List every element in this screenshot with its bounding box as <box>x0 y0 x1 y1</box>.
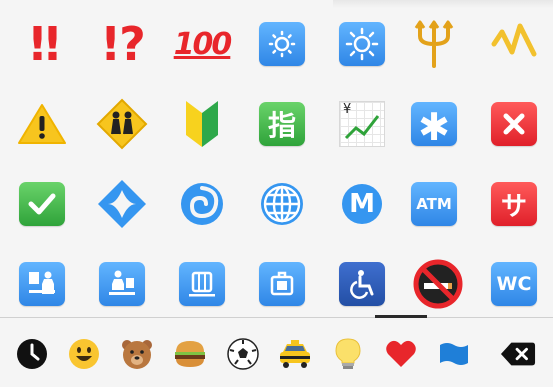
eight-spoked-asterisk-emoji[interactable]: ✱ <box>406 96 462 152</box>
category-animals[interactable] <box>119 336 155 372</box>
left-luggage-emoji[interactable] <box>254 256 310 312</box>
diamond-with-dot-icon <box>98 180 146 228</box>
chart-yen-emoji[interactable]: ¥ <box>334 96 390 152</box>
customs-icon <box>99 262 145 306</box>
category-flags[interactable] <box>436 336 472 372</box>
cross-mark-icon <box>491 102 537 146</box>
children-crossing-emoji[interactable] <box>94 96 150 152</box>
category-objects[interactable] <box>330 336 366 372</box>
category-travel[interactable] <box>277 336 313 372</box>
backspace-icon <box>500 342 536 366</box>
bear-icon <box>122 340 152 369</box>
service-charge-icon: サ <box>491 182 537 226</box>
atm-sign-emoji[interactable]: ATM <box>406 176 462 232</box>
part-alternation-mark-emoji[interactable] <box>486 16 542 72</box>
chart-yen-icon: ¥ <box>339 101 385 147</box>
warning-emoji[interactable] <box>14 96 70 152</box>
lightbulb-icon <box>335 338 361 369</box>
water-closet-text: WC <box>496 273 532 295</box>
globe-meridians-emoji[interactable] <box>254 176 310 232</box>
passport-control-emoji[interactable] <box>14 256 70 312</box>
warning-icon <box>18 104 66 144</box>
check-mark-icon <box>19 182 65 226</box>
japanese-beginner-icon <box>186 101 218 147</box>
exclamation-question-emoji[interactable]: !? <box>94 16 150 72</box>
asterisk-icon: ✱ <box>411 102 457 146</box>
atm-text: ATM <box>416 195 452 213</box>
exclamation-question-text: !? <box>100 17 146 71</box>
customs-emoji[interactable] <box>94 256 150 312</box>
no-smoking-emoji[interactable] <box>410 256 466 312</box>
japanese-reserved-emoji[interactable]: 指 <box>254 96 310 152</box>
high-brightness-icon <box>339 22 385 66</box>
circled-m-emoji[interactable]: M <box>334 176 390 232</box>
passport-control-icon <box>19 262 65 306</box>
cross-mark-button-emoji[interactable] <box>486 96 542 152</box>
category-smileys[interactable] <box>66 336 102 372</box>
part-alternation-mark-icon <box>491 23 537 57</box>
double-exclamation-emoji[interactable]: !! <box>14 16 70 72</box>
cyclone-emoji[interactable] <box>174 176 230 232</box>
cyclone-icon <box>181 183 223 225</box>
low-brightness-emoji[interactable] <box>254 16 310 72</box>
reserved-kanji-icon: 指 <box>259 102 305 146</box>
wheelchair-symbol-emoji[interactable] <box>334 256 390 312</box>
baggage-claim-icon <box>179 262 225 306</box>
delete-key[interactable] <box>500 336 536 372</box>
circled-m-text: M <box>349 189 375 219</box>
circled-m-icon: M <box>342 184 382 224</box>
japanese-service-charge-emoji[interactable]: サ <box>486 176 542 232</box>
wheelchair-icon <box>339 262 385 306</box>
heart-icon <box>386 340 416 367</box>
globe-icon <box>261 183 303 225</box>
diamond-with-dot-emoji[interactable] <box>94 176 150 232</box>
low-brightness-icon <box>259 22 305 66</box>
children-crossing-icon <box>96 98 148 150</box>
service-charge-text: サ <box>500 191 527 222</box>
soccer-ball-icon <box>227 338 259 370</box>
category-symbols[interactable] <box>383 336 419 372</box>
category-food[interactable] <box>172 336 208 372</box>
japanese-beginner-emoji[interactable] <box>174 96 230 152</box>
smiley-icon <box>69 339 99 369</box>
hundred-points-text: 100 <box>173 26 233 62</box>
trident-icon <box>414 20 454 68</box>
baggage-claim-emoji[interactable] <box>174 256 230 312</box>
check-mark-button-emoji[interactable] <box>14 176 70 232</box>
water-closet-emoji[interactable]: WC <box>486 256 542 312</box>
high-brightness-emoji[interactable] <box>334 16 390 72</box>
atm-icon: ATM <box>411 182 457 226</box>
hundred-points-emoji[interactable]: 100 <box>173 16 233 72</box>
left-luggage-icon <box>259 262 305 306</box>
double-exclamation-text: !! <box>27 17 63 71</box>
burger-icon <box>175 341 205 367</box>
taxi-icon <box>280 340 310 368</box>
clock-icon <box>17 339 47 369</box>
category-bar <box>0 318 553 387</box>
emoji-grid: !! !? 100 指 ¥ ✱ M ATM サ WC <box>0 0 553 318</box>
category-activity[interactable] <box>225 336 261 372</box>
flag-icon <box>440 343 468 365</box>
category-recent[interactable] <box>14 336 50 372</box>
no-smoking-icon <box>413 259 463 309</box>
trident-emoji[interactable] <box>406 16 462 72</box>
water-closet-icon: WC <box>491 262 537 306</box>
